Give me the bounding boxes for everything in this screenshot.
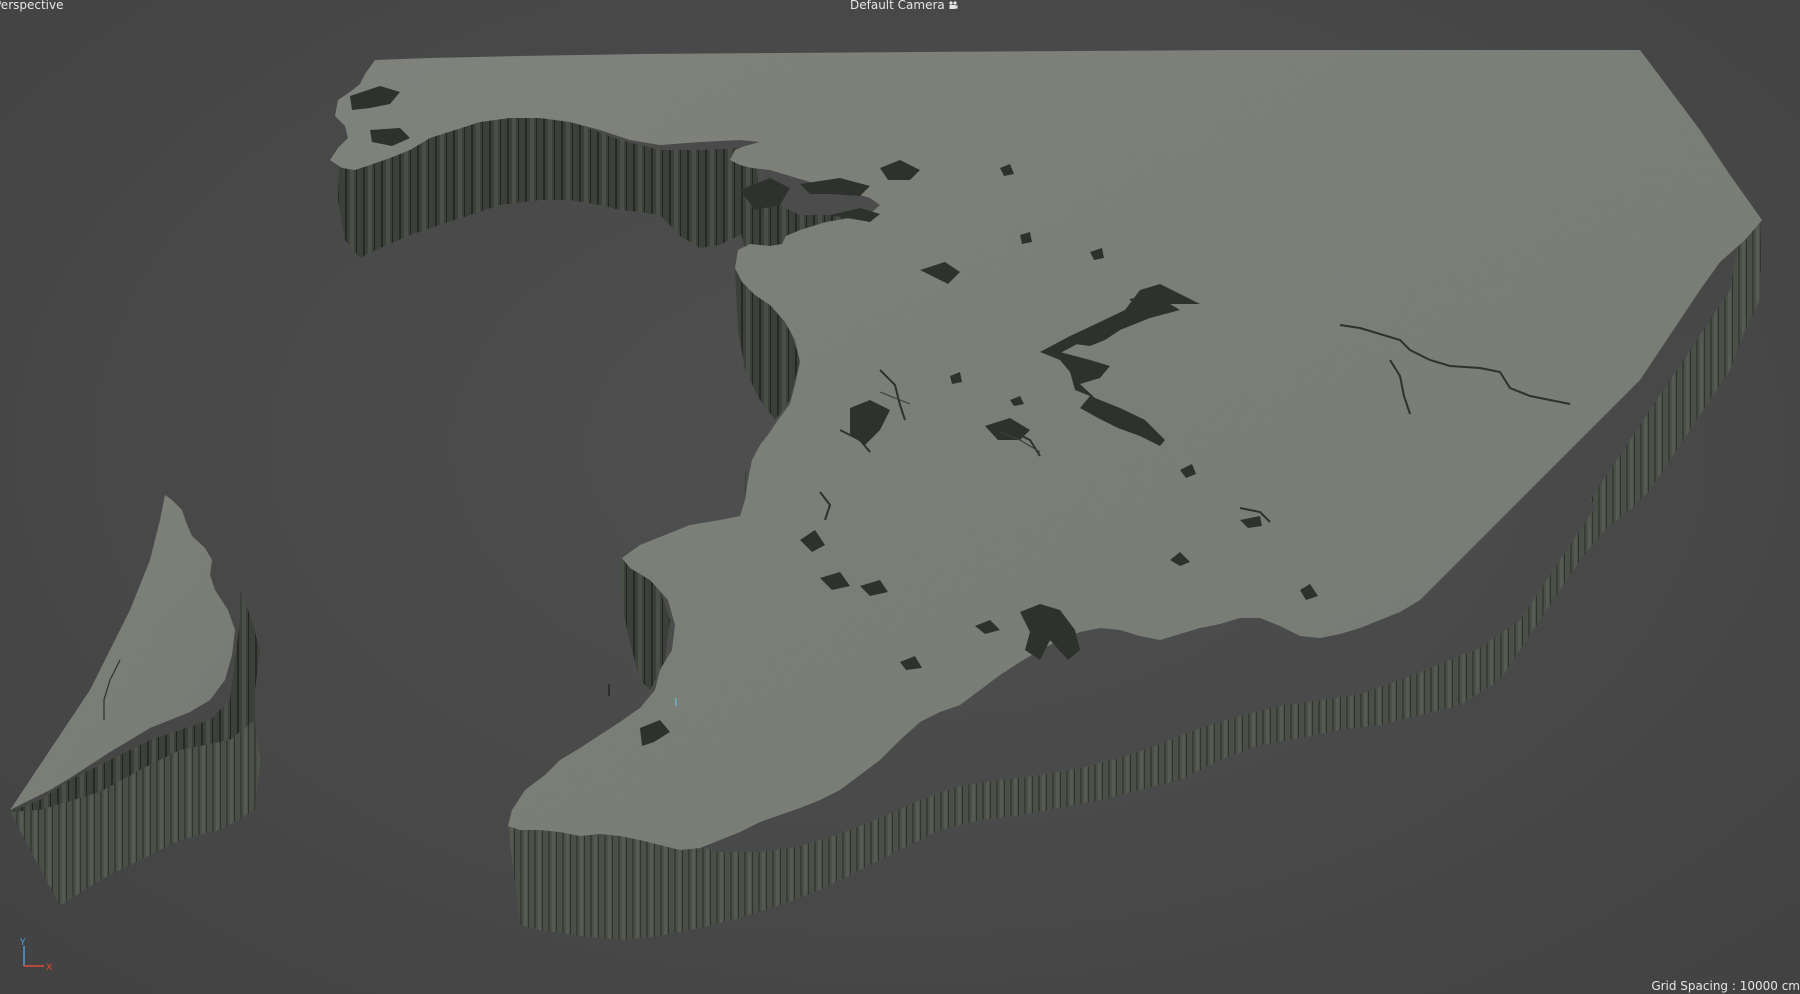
view-mode-label[interactable]: Perspective [0,0,64,12]
3d-viewport[interactable]: Perspective Default Camera Y X Grid Spac… [0,0,1800,994]
camera-name: Default Camera [850,0,945,12]
x-axis-label: X [46,963,52,972]
origin-marker [675,698,677,706]
camera-icon[interactable] [948,0,958,10]
pivot-marker [608,684,610,696]
camera-menu[interactable]: Default Camera [850,0,958,12]
terrain-scene[interactable] [0,0,1800,994]
grid-spacing-readout: Grid Spacing : 10000 cm [1651,979,1800,993]
y-axis-label: Y [19,938,26,948]
axis-gizmo: Y X [19,938,52,972]
